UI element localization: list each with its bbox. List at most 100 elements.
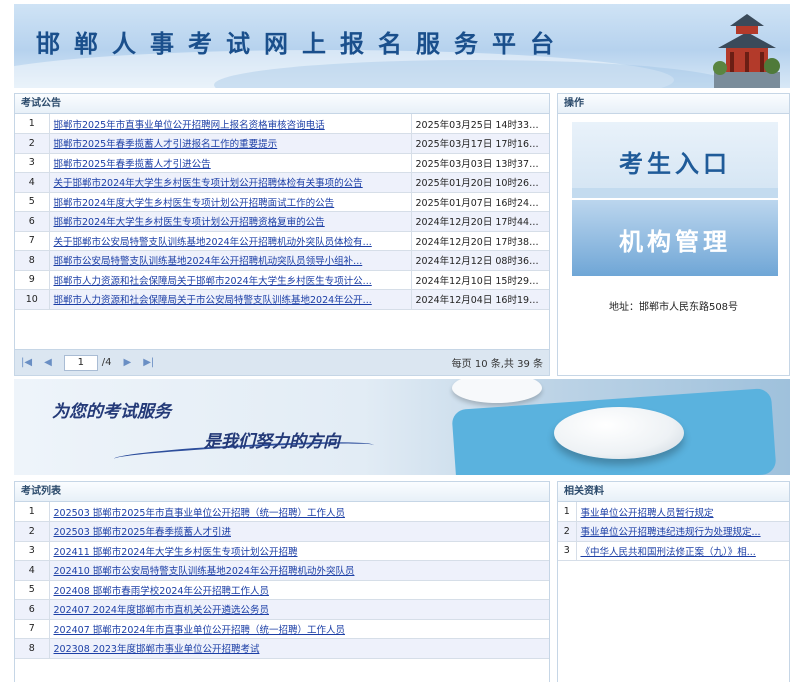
- resources-panel: 相关资料 1 事业单位公开招聘人员暂行规定 2 事业单位公开招聘违纪违规行为处理规定.…: [557, 481, 790, 682]
- site-title: 邯郸人事考试网上报名服务平台: [36, 30, 568, 58]
- row-date: 2024年12月20日 17时38分...: [411, 231, 549, 251]
- page-number-input[interactable]: 1: [63, 354, 98, 371]
- row-number: 5: [15, 580, 50, 600]
- row-title-link[interactable]: 邯郸市2024年度大学生乡村医生专项计划公开招聘面试工作的公告: [54, 198, 335, 209]
- table-row: 3 202411 邯郸市2024年大学生乡村医生专项计划公开招聘: [15, 541, 549, 561]
- row-number: 6: [15, 599, 50, 620]
- row-title-cell: 202411 邯郸市2024年大学生乡村医生专项计划公开招聘: [49, 541, 549, 561]
- row-title-link[interactable]: 邯郸市2025年市直事业单位公开招聘网上报名资格审核咨询电话: [54, 120, 325, 131]
- row-title-cell: 事业单位公开招聘违纪违规行为处理规定...: [576, 521, 789, 542]
- org-manage-button[interactable]: 机构管理: [572, 200, 778, 276]
- prev-page-button[interactable]: ◀: [44, 357, 52, 368]
- row-date: 2024年12月12日 08时36分...: [411, 250, 549, 271]
- row-title-cell: 邯郸市2024年度大学生乡村医生专项计划公开招聘面试工作的公告: [49, 192, 412, 212]
- row-title-cell: 202503 邯郸市2025年春季揽蓄人才引进: [49, 521, 549, 542]
- row-title-cell: 《中华人民共和国刑法修正案（九）》相...: [576, 541, 789, 561]
- row-title-link[interactable]: 事业单位公开招聘人员暂行规定: [581, 508, 714, 519]
- row-title-cell: 202408 邯郸市春雨学校2024年公开招聘工作人员: [49, 580, 549, 600]
- row-title-link[interactable]: 邯郸市2024年大学生乡村医生专项计划公开招聘资格复审的公告: [54, 217, 325, 228]
- row-title-cell: 202407 2024年度邯郸市市直机关公开遴选公务员: [49, 599, 549, 620]
- row-title-link[interactable]: 202407 邯郸市2024年市直事业单位公开招聘（统一招聘）工作人员: [54, 625, 345, 636]
- table-row: 3 邯郸市2025年春季揽蓄人才引进公告 2025年03月03日 13时37分...: [15, 153, 549, 173]
- row-title-link[interactable]: 关于邯郸市2024年大学生乡村医生专项计划公开招聘体检有关事项的公告: [54, 178, 363, 189]
- exam-table: 1 202503 邯郸市2025年市直事业单位公开招聘（统一招聘）工作人员 2 202…: [15, 502, 549, 659]
- row-title-cell: 邯郸市2025年春季揽蓄人才引进公告: [49, 153, 412, 173]
- page-total: /4: [101, 357, 112, 368]
- table-row: 6 邯郸市2024年大学生乡村医生专项计划公开招聘资格复审的公告 2024年12月2…: [15, 211, 549, 232]
- page: 邯郸人事考试网上报名服务平台 考试公告 1 邯郸市2025年市直事业单位公开招聘网…: [0, 0, 800, 682]
- table-row: 2 202503 邯郸市2025年春季揽蓄人才引进: [15, 521, 549, 542]
- row-title-link[interactable]: 202410 邯郸市公安局特警支队训练基地2024年公开招聘机动外突队员: [54, 566, 355, 577]
- row-number: 1: [15, 502, 50, 522]
- row-title-cell: 202308 2023年度邯郸市事业单位公开招聘考试: [49, 638, 549, 659]
- row-title-link[interactable]: 邯郸市2025年春季揽蓄人才引进公告: [54, 159, 211, 170]
- banner-slogan-1: 为您的考试服务: [52, 402, 171, 422]
- row-date: 2025年01月20日 10时26分...: [411, 172, 549, 193]
- row-number: 8: [15, 250, 50, 271]
- row-date: 2024年12月04日 16时19分...: [411, 289, 549, 310]
- first-page-button[interactable]: |◀: [21, 357, 32, 368]
- announcement-panel: 考试公告 1 邯郸市2025年市直事业单位公开招聘网上报名资格审核咨询电话 2025…: [14, 93, 550, 376]
- row-number: 5: [15, 192, 50, 212]
- action-panel-title: 操作: [558, 94, 789, 114]
- row-title-link[interactable]: 邯郸市人力资源和社会保障局关于市公安局特警支队训练基地2024年公开...: [54, 295, 372, 306]
- row-title-link[interactable]: 关于邯郸市公安局特警支队训练基地2024年公开招聘机动外突队员体检有...: [54, 237, 372, 248]
- row-number: 8: [15, 638, 50, 659]
- pavilion-icon: [713, 14, 780, 88]
- table-row: 6 202407 2024年度邯郸市市直机关公开遴选公务员: [15, 599, 549, 620]
- last-page-button[interactable]: ▶|: [143, 357, 154, 368]
- button-decoration: [572, 188, 778, 198]
- row-number: 7: [15, 619, 50, 639]
- table-row: 8 202308 2023年度邯郸市事业单位公开招聘考试: [15, 638, 549, 659]
- row-title-link[interactable]: 202411 邯郸市2024年大学生乡村医生专项计划公开招聘: [54, 547, 298, 558]
- row-title-link[interactable]: 《中华人民共和国刑法修正案（九）》相...: [581, 547, 756, 558]
- row-title-link[interactable]: 邯郸市人力资源和社会保障局关于邯郸市2024年大学生乡村医生专项计公...: [54, 276, 372, 287]
- candidate-entry-button[interactable]: 考生入口: [572, 122, 778, 198]
- row-title-link[interactable]: 202407 2024年度邯郸市市直机关公开遴选公务员: [54, 605, 269, 616]
- row-date: 2025年03月25日 14时33分...: [411, 114, 549, 134]
- row-number: 3: [15, 541, 50, 561]
- resources-table: 1 事业单位公开招聘人员暂行规定 2 事业单位公开招聘违纪违规行为处理规定... 3 《中…: [558, 502, 789, 561]
- row-title-cell: 202410 邯郸市公安局特警支队训练基地2024年公开招聘机动外突队员: [49, 560, 549, 581]
- row-title-link[interactable]: 邯郸市2025年春季揽蓄人才引进报名工作的重要提示: [54, 139, 278, 150]
- row-title-cell: 202503 邯郸市2025年市直事业单位公开招聘（统一招聘）工作人员: [49, 502, 549, 522]
- row-number: 1: [558, 502, 577, 522]
- row-date: 2025年03月17日 17时16分...: [411, 133, 549, 154]
- row-date: 2025年01月07日 16时24分...: [411, 192, 549, 212]
- table-row: 7 关于邯郸市公安局特警支队训练基地2024年公开招聘机动外突队员体检有... 20…: [15, 231, 549, 251]
- row-number: 4: [15, 560, 50, 581]
- row-number: 1: [15, 114, 50, 134]
- table-row: 7 202407 邯郸市2024年市直事业单位公开招聘（统一招聘）工作人员: [15, 619, 549, 639]
- mouse-image: [554, 407, 684, 459]
- page-info: 每页 10 条,共 39 条: [451, 359, 543, 370]
- table-row: 8 邯郸市公安局特警支队训练基地2024年公开招聘机动突队员领导小组补... 202…: [15, 250, 549, 271]
- address-text: 地址：邯郸市人民东路508号: [608, 302, 739, 313]
- table-row: 2 事业单位公开招聘违纪违规行为处理规定...: [558, 521, 789, 542]
- table-row: 3 《中华人民共和国刑法修正案（九）》相...: [558, 541, 789, 561]
- row-title-link[interactable]: 202503 邯郸市2025年市直事业单位公开招聘（统一招聘）工作人员: [54, 508, 345, 519]
- next-page-button[interactable]: ▶: [124, 357, 132, 368]
- row-title-cell: 邯郸市人力资源和社会保障局关于邯郸市2024年大学生乡村医生专项计公...: [49, 270, 412, 290]
- table-row: 9 邯郸市人力资源和社会保障局关于邯郸市2024年大学生乡村医生专项计公... 20…: [15, 270, 549, 290]
- row-title-link[interactable]: 202503 邯郸市2025年春季揽蓄人才引进: [54, 527, 231, 538]
- table-row: 1 事业单位公开招聘人员暂行规定: [558, 502, 789, 522]
- row-title-link[interactable]: 202308 2023年度邯郸市事业单位公开招聘考试: [54, 644, 260, 655]
- row-title-cell: 邯郸市2025年市直事业单位公开招聘网上报名资格审核咨询电话: [49, 114, 412, 134]
- row-title-cell: 关于邯郸市公安局特警支队训练基地2024年公开招聘机动外突队员体检有...: [49, 231, 412, 251]
- exam-list-title: 考试列表: [15, 482, 549, 502]
- row-title-link[interactable]: 202408 邯郸市春雨学校2024年公开招聘工作人员: [54, 586, 269, 597]
- resources-title: 相关资料: [558, 482, 789, 502]
- row-number: 3: [558, 541, 577, 561]
- row-title-link[interactable]: 邯郸市公安局特警支队训练基地2024年公开招聘机动突队员领导小组补...: [54, 256, 363, 267]
- row-title-cell: 邯郸市人力资源和社会保障局关于市公安局特警支队训练基地2024年公开...: [49, 289, 412, 310]
- row-number: 10: [15, 289, 50, 310]
- row-title-link[interactable]: 事业单位公开招聘违纪违规行为处理规定...: [581, 527, 761, 538]
- table-row: 5 202408 邯郸市春雨学校2024年公开招聘工作人员: [15, 580, 549, 600]
- table-row: 10 邯郸市人力资源和社会保障局关于市公安局特警支队训练基地2024年公开... 2…: [15, 289, 549, 310]
- row-number: 7: [15, 231, 50, 251]
- row-number: 2: [15, 521, 50, 542]
- pager: |◀ ◀ 1 /4 ▶ ▶| 每页 10 条,共 39 条: [15, 349, 549, 375]
- cup-image: [452, 379, 542, 403]
- exam-list-panel: 考试列表 1 202503 邯郸市2025年市直事业单位公开招聘（统一招聘）工作人…: [14, 481, 550, 682]
- table-row: 4 关于邯郸市2024年大学生乡村医生专项计划公开招聘体检有关事项的公告 2025年…: [15, 172, 549, 193]
